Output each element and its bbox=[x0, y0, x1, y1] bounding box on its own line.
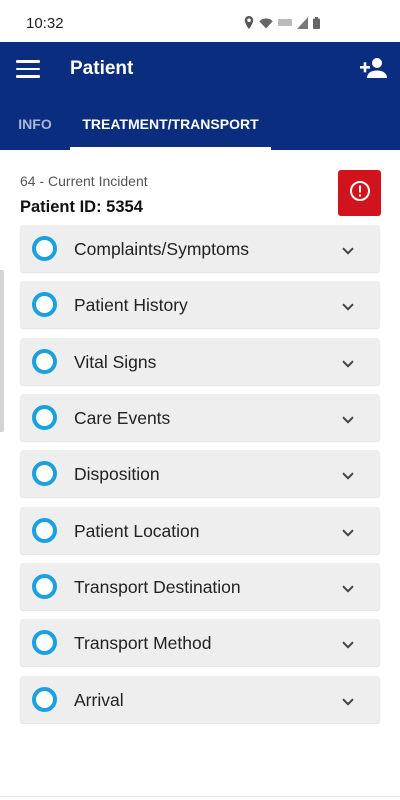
status-icons bbox=[244, 16, 320, 34]
alert-button[interactable] bbox=[338, 170, 381, 216]
section-label: Patient History bbox=[74, 295, 188, 315]
location-icon bbox=[244, 16, 254, 34]
section-arrival[interactable]: Arrival bbox=[20, 676, 380, 723]
battery-icon bbox=[313, 16, 320, 34]
section-label: Complaints/Symptoms bbox=[74, 239, 250, 259]
chevron-down-icon bbox=[342, 693, 354, 711]
section-complaints-symptoms[interactable]: Complaints/Symptoms bbox=[20, 225, 380, 272]
tab-info-label: INFO bbox=[18, 116, 52, 132]
add-person-icon[interactable] bbox=[360, 56, 388, 80]
tab-treatment-transport[interactable]: TREATMENT/TRANSPORT bbox=[70, 106, 271, 150]
section-label: Patient Location bbox=[74, 521, 200, 541]
section-label: Transport Destination bbox=[74, 577, 241, 597]
chevron-down-icon bbox=[342, 355, 354, 373]
chevron-down-icon bbox=[342, 467, 354, 485]
status-ring-icon bbox=[32, 349, 57, 374]
tab-info[interactable]: INFO bbox=[0, 106, 70, 150]
status-ring-icon bbox=[32, 574, 57, 599]
status-bar: 10:32 bbox=[0, 0, 400, 42]
wifi-icon bbox=[259, 16, 273, 34]
chevron-down-icon bbox=[342, 636, 354, 654]
section-label: Vital Signs bbox=[74, 352, 157, 372]
section-patient-location[interactable]: Patient Location bbox=[20, 507, 380, 554]
section-care-events[interactable]: Care Events bbox=[20, 394, 380, 441]
status-ring-icon bbox=[32, 630, 57, 655]
chevron-down-icon bbox=[342, 298, 354, 316]
section-label: Transport Method bbox=[74, 633, 212, 653]
section-transport-method[interactable]: Transport Method bbox=[20, 619, 380, 666]
tab-bar: INFO TREATMENT/TRANSPORT bbox=[0, 106, 400, 150]
section-patient-history[interactable]: Patient History bbox=[20, 281, 380, 328]
chevron-down-icon bbox=[342, 242, 354, 260]
page-title: Patient bbox=[70, 58, 134, 79]
tab-treatment-transport-label: TREATMENT/TRANSPORT bbox=[82, 116, 259, 132]
drawer-edge-handle[interactable] bbox=[0, 270, 4, 432]
section-vital-signs[interactable]: Vital Signs bbox=[20, 338, 380, 385]
alert-circle-icon bbox=[349, 180, 371, 207]
main-content: 64 - Current Incident Patient ID: 5354 C… bbox=[0, 150, 400, 800]
section-transport-destination[interactable]: Transport Destination bbox=[20, 563, 380, 610]
status-ring-icon bbox=[32, 461, 57, 486]
chevron-down-icon bbox=[342, 580, 354, 598]
status-ring-icon bbox=[32, 405, 57, 430]
hamburger-menu-icon[interactable] bbox=[16, 60, 40, 78]
section-label: Arrival bbox=[74, 690, 124, 710]
bottom-divider bbox=[0, 796, 400, 797]
status-ring-icon bbox=[32, 687, 57, 712]
incident-label: 64 - Current Incident bbox=[20, 173, 148, 189]
lte-icon bbox=[278, 16, 292, 34]
section-label: Care Events bbox=[74, 408, 171, 428]
chevron-down-icon bbox=[342, 411, 354, 429]
signal-icon bbox=[297, 16, 308, 34]
status-ring-icon bbox=[32, 236, 57, 261]
app-bar: Patient INFO TREATMENT/TRANSPORT bbox=[0, 42, 400, 150]
status-ring-icon bbox=[32, 518, 57, 543]
section-disposition[interactable]: Disposition bbox=[20, 450, 380, 497]
section-label: Disposition bbox=[74, 464, 160, 484]
patient-id: Patient ID: 5354 bbox=[20, 198, 143, 216]
chevron-down-icon bbox=[342, 524, 354, 542]
status-ring-icon bbox=[32, 292, 57, 317]
status-time: 10:32 bbox=[26, 15, 64, 32]
